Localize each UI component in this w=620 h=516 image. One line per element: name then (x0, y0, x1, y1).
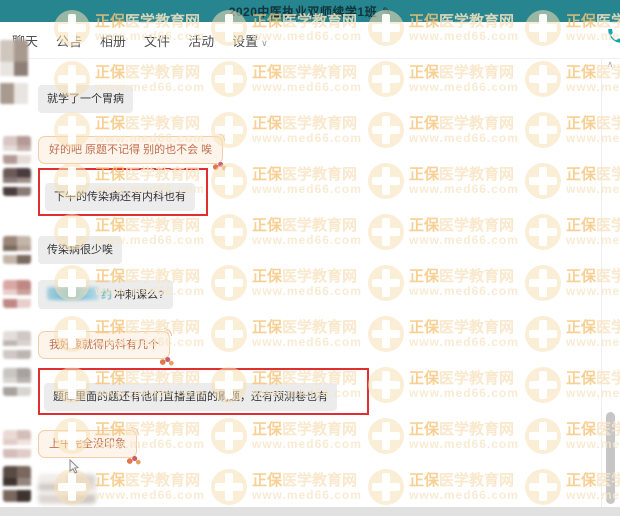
message-bubble[interactable]: 就学了一个胃病 (38, 85, 133, 113)
chevron-down-icon: ∨ (261, 38, 268, 48)
message-row: 传染病很少唉 (0, 236, 600, 264)
message-row: 下午的传染病还有内科也有 (0, 168, 600, 216)
avatar[interactable] (3, 331, 31, 359)
message-row: 约冲刺课么? (0, 280, 600, 309)
bottom-divider (0, 507, 620, 516)
sticker-decoration-icon (159, 356, 174, 367)
avatar[interactable] (3, 168, 31, 196)
group-title: 2020中医执业双师续学1班 (229, 3, 377, 20)
message-text: 上午完全没印象 (49, 438, 126, 450)
avatar[interactable] (3, 236, 31, 264)
mouse-cursor-icon (69, 459, 81, 479)
message-text: 下午的传染病还有内科也有 (54, 191, 186, 203)
scrollbar-thumb[interactable] (606, 412, 615, 504)
message-text: 好的吧 原题不记得 别的也不会 唉 (49, 144, 212, 156)
highlight-box: 题库里面的题还有他们直播里面的刷题，还有预测卷也有 (38, 368, 369, 415)
censor-blob (0, 40, 28, 104)
message-text: 就学了一个胃病 (47, 93, 124, 105)
scroll-up-arrow-icon[interactable]: ∧ (602, 57, 618, 71)
sticker-decoration-icon (212, 161, 227, 172)
message-bubble[interactable]: 好的吧 原题不记得 别的也不会 唉 (38, 136, 223, 164)
message-text: 冲刺课么? (114, 289, 164, 301)
edit-title-icon[interactable]: ✎ (382, 5, 391, 18)
censored-message[interactable] (38, 474, 96, 504)
highlight-box: 下午的传染病还有内科也有 (38, 168, 208, 216)
message-text: 我好像就得内科有几个 (49, 339, 159, 351)
message-bubble[interactable]: 约冲刺课么? (38, 280, 173, 309)
tab-settings[interactable]: 设置∨ (232, 31, 268, 50)
scrollbar-track[interactable] (601, 59, 602, 516)
tab-activities[interactable]: 活动 (188, 31, 214, 50)
sticker-decoration-icon (126, 455, 141, 466)
avatar[interactable] (3, 466, 31, 502)
message-row: 好的吧 原题不记得 别的也不会 唉 (0, 136, 600, 164)
avatar[interactable] (3, 368, 31, 396)
message-bubble[interactable]: 下午的传染病还有内科也有 (45, 183, 195, 211)
title-bar: 2020中医执业双师续学1班 ✎ (0, 0, 620, 22)
message-row: 就学了一个胃病 (0, 85, 600, 113)
avatar[interactable] (3, 136, 31, 164)
censored-mention (47, 287, 99, 300)
tab-files[interactable]: 文件 (144, 31, 170, 50)
chat-window: 2020中医执业双师续学1班 ✎ 聊天 公告 相册 文件 活动 设置∨ 就学了一… (0, 0, 620, 516)
phone-icon (606, 27, 620, 45)
phone-call-button[interactable] (606, 27, 620, 45)
message-row (0, 466, 600, 504)
tab-announcements[interactable]: 公告 (56, 31, 82, 50)
message-bubble[interactable]: 题库里面的题还有他们直播里面的刷题，还有预测卷也有 (44, 383, 337, 411)
message-row: 上午完全没印象 (0, 430, 600, 458)
message-list: 就学了一个胃病好的吧 原题不记得 别的也不会 唉下午的传染病还有内科也有传染病很… (0, 59, 600, 504)
avatar[interactable] (3, 430, 31, 458)
tab-album[interactable]: 相册 (100, 31, 126, 50)
message-bubble[interactable]: 上午完全没印象 (38, 430, 137, 458)
nav-bar: 聊天 公告 相册 文件 活动 设置∨ (0, 22, 620, 59)
message-text: 传染病很少唉 (47, 244, 113, 256)
avatar[interactable] (3, 280, 31, 308)
message-bubble[interactable]: 传染病很少唉 (38, 236, 122, 264)
message-row: 我好像就得内科有几个 (0, 331, 600, 359)
mention-fragment: 约 (101, 289, 112, 301)
message-bubble[interactable]: 我好像就得内科有几个 (38, 331, 170, 359)
message-text: 题库里面的题还有他们直播里面的刷题，还有预测卷也有 (53, 391, 328, 403)
message-row: 题库里面的题还有他们直播里面的刷题，还有预测卷也有 (0, 368, 600, 415)
